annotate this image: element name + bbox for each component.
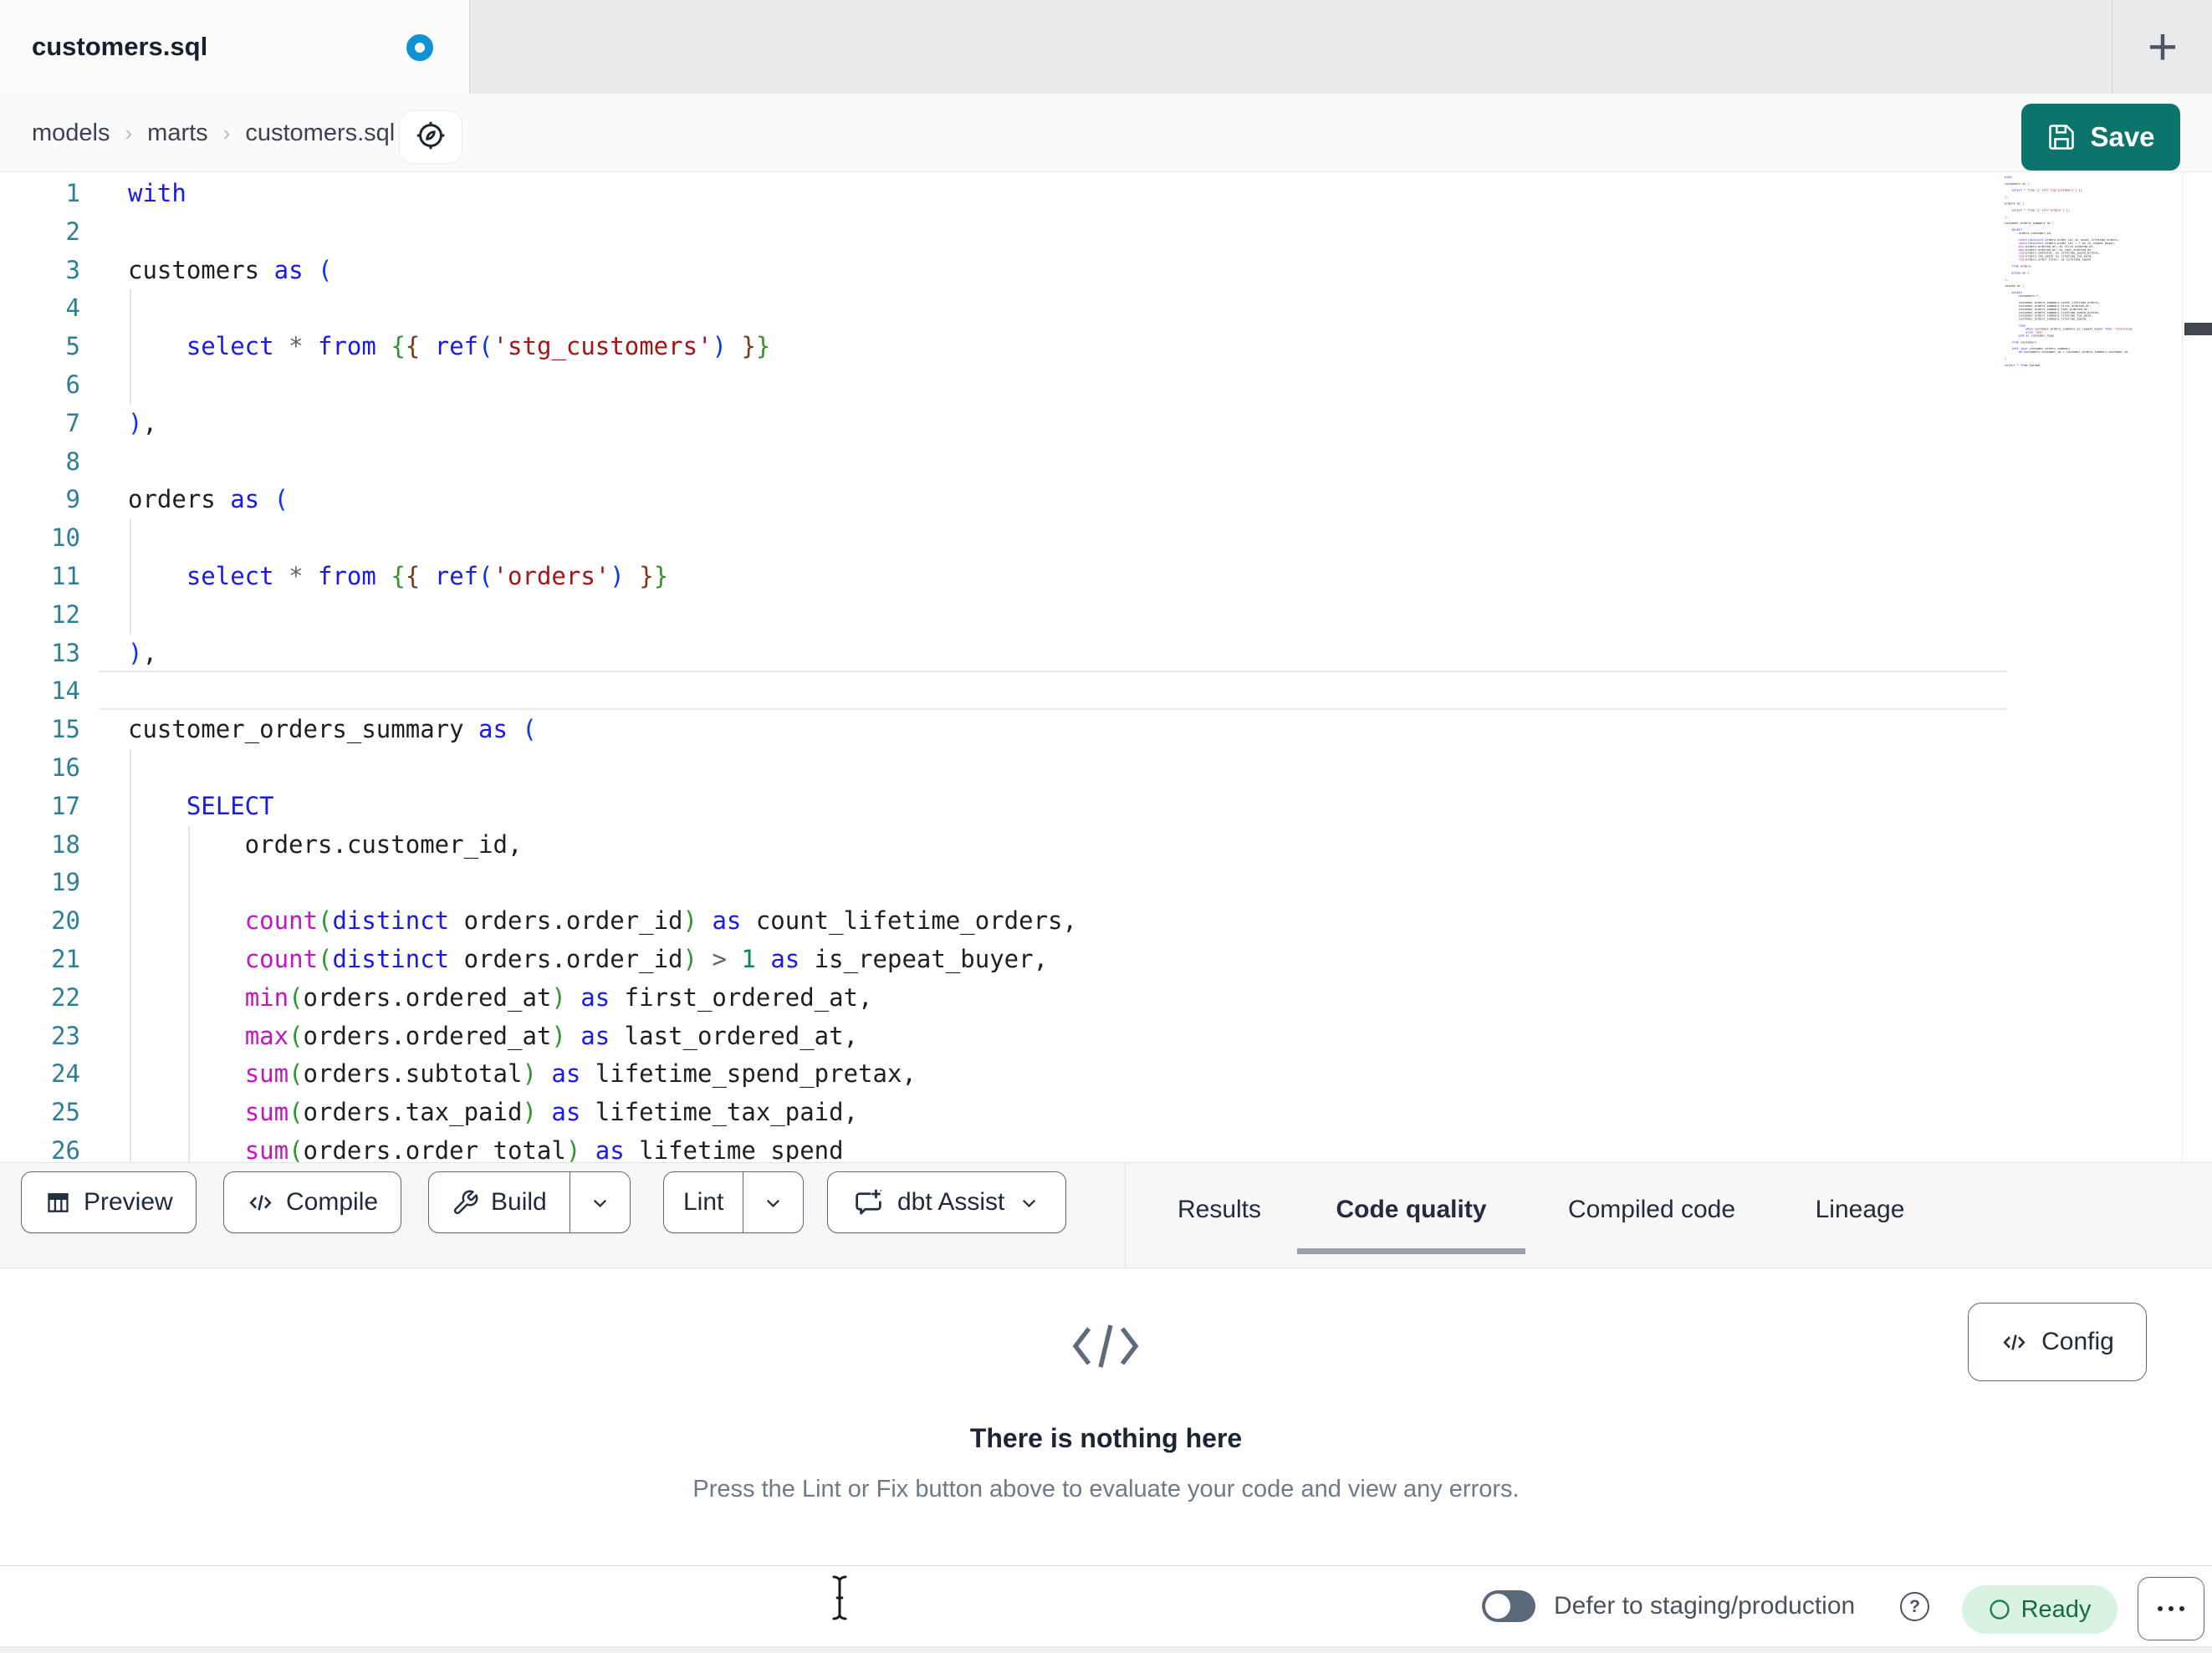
breadcrumb-item-file[interactable]: customers.sql [245, 120, 395, 147]
preview-button[interactable]: Preview [21, 1171, 197, 1233]
lint-button[interactable]: Lint [664, 1172, 743, 1232]
mouse-cursor-ibeam [830, 1574, 850, 1626]
minimap[interactable]: with customers as ( select * from {{ ref(… [2005, 176, 2182, 1158]
tab-lineage[interactable]: Lineage [1790, 1163, 1930, 1257]
assist-sparkle-chat-icon [853, 1187, 884, 1218]
lint-label: Lint [683, 1188, 724, 1216]
code-lines: with customers as ( select * from {{ ref(… [128, 179, 1077, 1162]
save-label: Save [2090, 121, 2155, 152]
wrench-icon [452, 1189, 479, 1217]
breadcrumb: models › marts › customers.sql [32, 94, 395, 172]
empty-state-description: Press the Lint or Fix button above to ev… [692, 1476, 1520, 1502]
config-button[interactable]: Config [1968, 1303, 2147, 1381]
dot [2169, 1606, 2174, 1611]
tab-compiled-code[interactable]: Compiled code [1539, 1163, 1765, 1257]
active-tab-indicator [1297, 1248, 1525, 1254]
code-icon [247, 1189, 274, 1217]
editor-tab-bar: customers.sql + [0, 0, 2212, 94]
lint-split-button: Lint [663, 1171, 805, 1233]
status-bar: Defer to staging/production ? Ready [0, 1566, 2212, 1646]
chevron-down-icon [762, 1191, 784, 1214]
dbt-assist-button[interactable]: dbt Assist [827, 1171, 1067, 1233]
empty-state-title: There is nothing here [969, 1423, 1243, 1453]
code-slash-icon [1070, 1322, 1141, 1375]
tab-title: customers.sql [32, 32, 208, 61]
tab-code-quality[interactable]: Code quality [1305, 1163, 1518, 1257]
defer-label: Defer to staging/production [1554, 1592, 1856, 1620]
line-number-gutter: 1 2 3 4 5 6 7 8 9 10 11 12 13 14 15 16 17 18 19 20 21 22 23 24 2… [51, 179, 80, 1162]
toolbar-tabs-divider [1125, 1163, 1126, 1268]
preview-label: Preview [84, 1188, 173, 1216]
code-icon [2000, 1329, 2028, 1356]
code-editor[interactable]: 1 2 3 4 5 6 7 8 9 10 11 12 13 14 15 16 17 18 19 20 21 22 23 24 2… [0, 172, 2212, 1162]
chevron-down-icon [1018, 1191, 1040, 1214]
breadcrumb-separator: › [222, 120, 231, 145]
breadcrumb-row: models › marts › customers.sql Save [0, 94, 2212, 172]
overview-ruler-marker [2184, 323, 2212, 335]
config-label: Config [2041, 1328, 2114, 1355]
tab-customers-sql[interactable]: customers.sql [0, 0, 470, 94]
chevron-down-icon [589, 1191, 611, 1214]
code-quality-panel: There is nothing here Press the Lint or … [0, 1268, 2212, 1566]
action-toolbar: Preview Compile Build Lint dbt Assist Re… [0, 1162, 2212, 1268]
new-tab-button[interactable]: + [2126, 12, 2199, 82]
ready-ring-icon [1989, 1599, 2010, 1620]
lint-dropdown-button[interactable] [743, 1172, 803, 1232]
breadcrumb-item-models[interactable]: models [32, 120, 110, 147]
save-button[interactable]: Save [2021, 104, 2180, 171]
table-icon [44, 1189, 72, 1217]
build-dropdown-button[interactable] [569, 1172, 630, 1232]
compass-icon [413, 118, 448, 157]
bottom-strip [0, 1646, 2212, 1653]
compile-button[interactable]: Compile [223, 1171, 402, 1233]
minimap-content: with customers as ( select * from {{ ref(… [2005, 176, 2133, 367]
build-label: Build [491, 1188, 547, 1216]
build-split-button: Build [428, 1171, 631, 1233]
status-badge-ready[interactable]: Ready [1962, 1585, 2117, 1634]
minimap-divider [2182, 172, 2183, 1162]
toggle-knob [1485, 1594, 1510, 1619]
breadcrumb-item-marts[interactable]: marts [147, 120, 208, 147]
dot [2158, 1606, 2163, 1611]
floppy-icon [2046, 122, 2077, 152]
compile-label: Compile [286, 1188, 379, 1216]
defer-toggle[interactable] [1482, 1590, 1535, 1622]
help-icon[interactable]: ? [1900, 1592, 1929, 1621]
breadcrumb-separator: › [125, 120, 133, 145]
ready-label: Ready [2020, 1595, 2092, 1623]
navigate-button[interactable] [399, 110, 462, 164]
build-button[interactable]: Build [429, 1172, 570, 1232]
dbt-assist-label: dbt Assist [897, 1188, 1005, 1216]
dot [2179, 1606, 2184, 1611]
more-options-button[interactable] [2138, 1577, 2204, 1640]
tab-results[interactable]: Results [1154, 1163, 1285, 1257]
unsaved-indicator-dot [406, 34, 433, 61]
